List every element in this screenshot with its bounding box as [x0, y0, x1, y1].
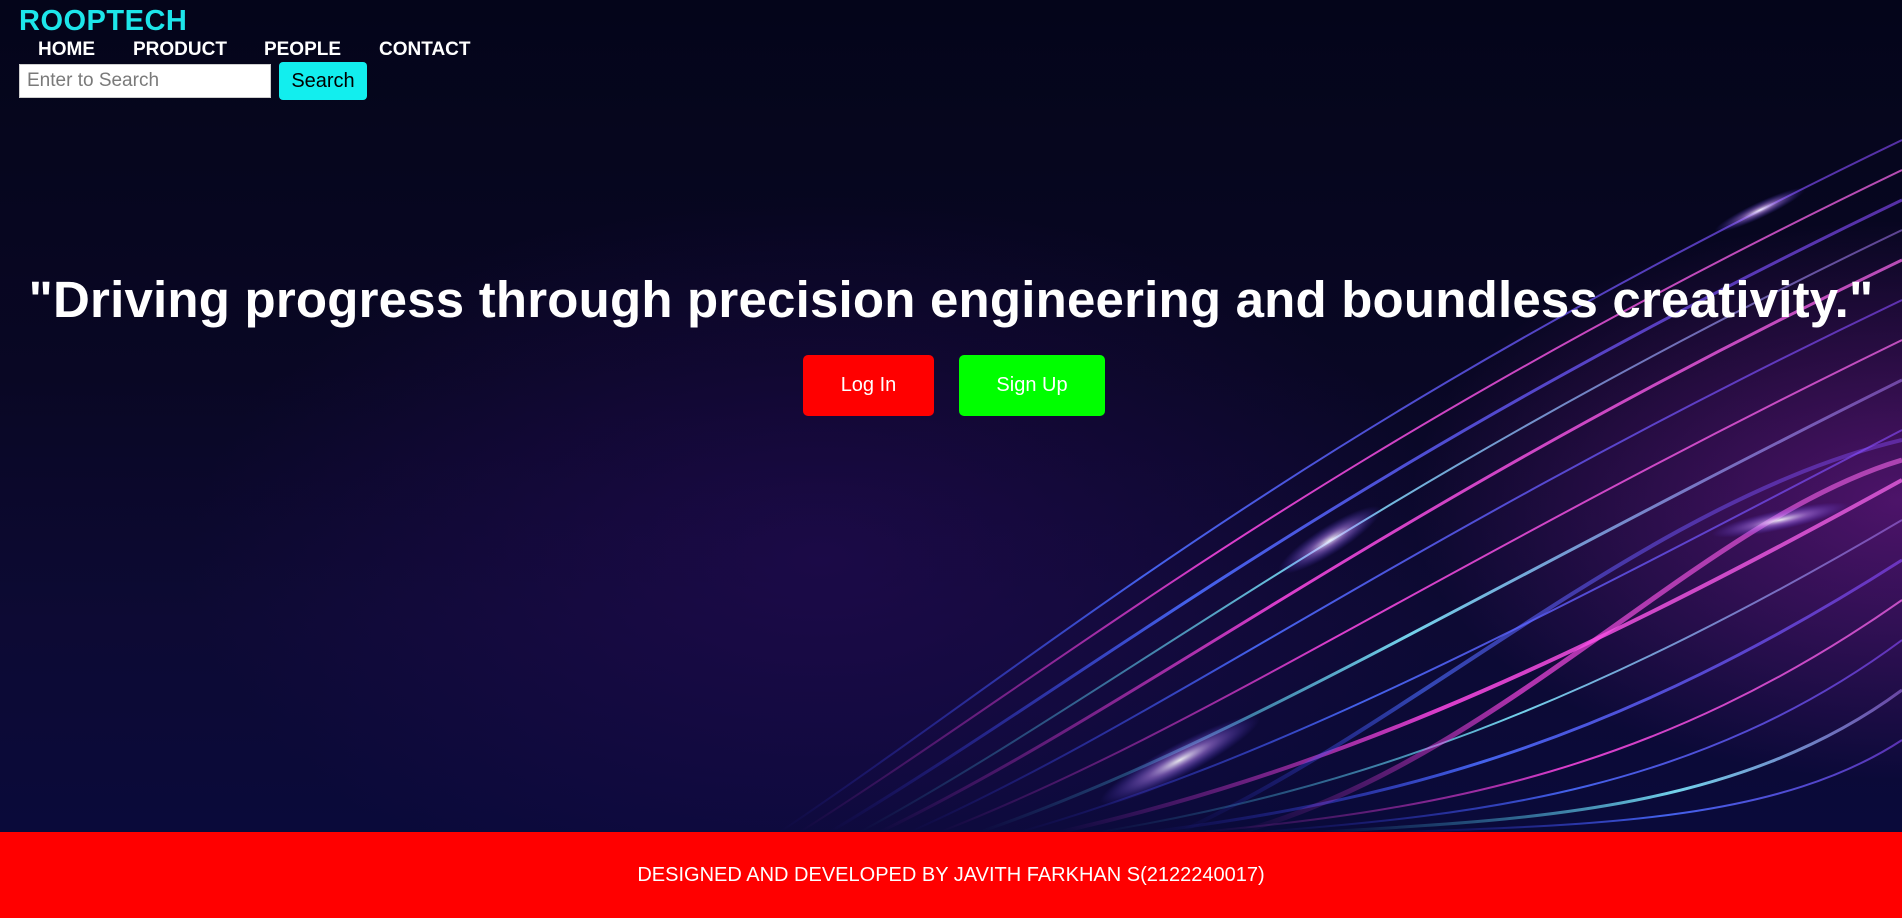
signup-button[interactable]: Sign Up [959, 355, 1105, 416]
nav-item-contact[interactable]: CONTACT [379, 39, 470, 61]
nav-item-product[interactable]: PRODUCT [133, 39, 227, 61]
footer-credit: DESIGNED AND DEVELOPED BY JAVITH FARKHAN… [637, 863, 1265, 886]
search-input[interactable] [19, 64, 271, 98]
hero-background [0, 0, 1902, 832]
nav-item-home[interactable]: HOME [38, 39, 95, 61]
search-bar: Search [19, 62, 367, 100]
login-button[interactable]: Log In [803, 355, 934, 416]
footer: DESIGNED AND DEVELOPED BY JAVITH FARKHAN… [0, 832, 1902, 918]
search-button[interactable]: Search [279, 62, 367, 100]
light-streaks-background [779, 139, 1902, 832]
hero-headline: "Driving progress through precision engi… [28, 271, 1874, 328]
main-nav: HOME PRODUCT PEOPLE CONTACT [38, 39, 471, 61]
nav-item-people[interactable]: PEOPLE [264, 39, 341, 61]
brand-logo-text[interactable]: ROOPTECH [19, 5, 187, 38]
